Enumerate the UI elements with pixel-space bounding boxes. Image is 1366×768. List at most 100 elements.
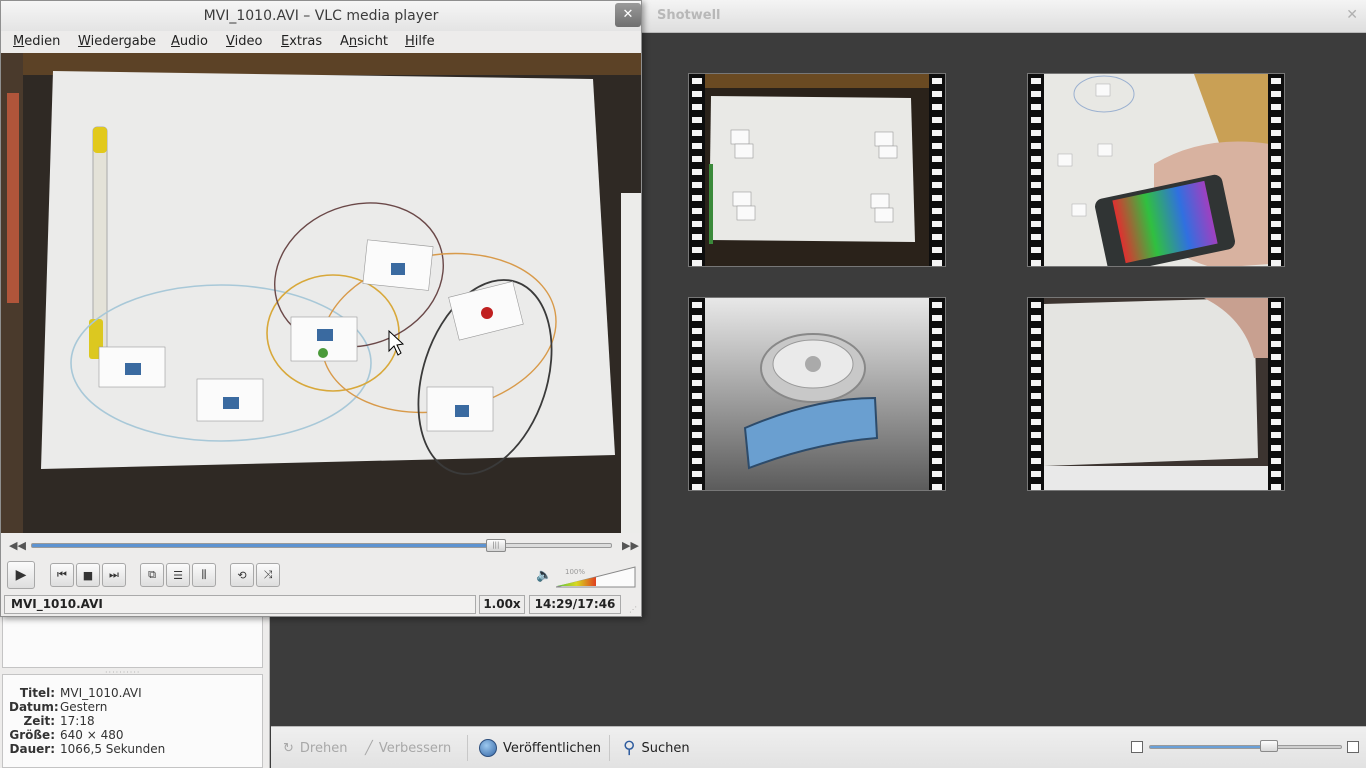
vlc-close-icon[interactable]: ✕ xyxy=(615,3,641,27)
vlc-titlebar[interactable]: MVI_1010.AVI – VLC media player ✕ xyxy=(1,1,641,31)
filmstrip-right xyxy=(929,298,945,490)
video-thumbnail[interactable] xyxy=(688,73,946,267)
rotate-icon: ↻ xyxy=(283,740,294,756)
seek-row: ◀◀ ||| ▶▶ xyxy=(1,534,641,556)
shotwell-titlebar[interactable]: Shotwell ✕ xyxy=(642,0,1366,33)
extended-settings-button[interactable]: ⫼ xyxy=(192,563,216,587)
enhance-button[interactable]: ╱ Verbessern xyxy=(365,738,451,758)
shuffle-icon: ⤨ xyxy=(263,568,273,581)
metadata-value: Gestern xyxy=(60,700,108,714)
status-playback-speed[interactable]: 1.00x xyxy=(479,595,525,614)
metadata-row-duration: Dauer: 1066,5 Sekunden xyxy=(9,742,262,756)
loop-button[interactable]: ⟲ xyxy=(230,563,254,587)
search-button[interactable]: ⚲ Suchen xyxy=(623,738,690,758)
menu-label: Hilfe xyxy=(405,34,435,49)
metadata-row-title: Titel: MVI_1010.AVI xyxy=(9,686,262,700)
play-icon: ▶ xyxy=(15,567,27,583)
globe-icon xyxy=(479,739,497,757)
fast-forward-icon[interactable]: ▶▶ xyxy=(622,539,639,552)
metadata-key: Zeit: xyxy=(23,714,56,728)
play-button[interactable]: ▶ xyxy=(7,561,35,589)
thumbnail-image xyxy=(1044,298,1268,490)
resize-grip-icon[interactable]: ⋰ xyxy=(629,605,637,614)
equalizer-icon: ⫼ xyxy=(201,568,207,581)
next-button[interactable]: ⏭ xyxy=(102,563,126,587)
pane-resize-grip[interactable]: ·········· xyxy=(105,668,155,677)
menu-wiedergabe[interactable]: Wiedergabe xyxy=(78,34,156,49)
metadata-value: MVI_1010.AVI xyxy=(60,686,142,700)
enhance-label: Verbessern xyxy=(378,740,452,756)
seek-slider-handle[interactable]: ||| xyxy=(485,539,506,552)
metadata-value: 640 × 480 xyxy=(60,728,124,742)
filmstrip-left xyxy=(689,74,705,266)
sidebar-list-panel[interactable] xyxy=(2,612,263,668)
fullscreen-button[interactable]: ⧉ xyxy=(140,563,164,587)
shotwell-toolbar: ↻ Drehen ╱ Verbessern Veröffentlichen ⚲ … xyxy=(271,726,1366,768)
previous-icon: ⏮ xyxy=(57,568,67,581)
stop-icon: ■ xyxy=(82,568,94,582)
menu-label: Medien xyxy=(13,34,61,49)
enhance-icon: ╱ xyxy=(365,740,373,756)
previous-button[interactable]: ⏮ xyxy=(50,563,74,587)
menu-hilfe[interactable]: Hilfe xyxy=(405,34,435,49)
metadata-value: 1066,5 Sekunden xyxy=(60,742,166,756)
rotate-label: Drehen xyxy=(299,740,348,756)
vlc-title: MVI_1010.AVI – VLC media player xyxy=(203,8,439,24)
menu-label: Video xyxy=(226,34,263,49)
metadata-key: Titel: xyxy=(19,686,55,700)
next-icon: ⏭ xyxy=(109,568,119,581)
zoom-slider[interactable] xyxy=(1149,745,1342,749)
metadata-row-time: Zeit: 17:18 xyxy=(9,714,262,728)
seek-slider[interactable] xyxy=(31,543,612,548)
metadata-panel: Titel: MVI_1010.AVI Datum: Gestern Zeit:… xyxy=(2,674,263,768)
playback-controls: ▶ ⏮ ■ ⏭ ⧉ ☰ ⫼ ⟲ ⤨ 🔈 100% xyxy=(1,559,641,591)
menu-video[interactable]: Video xyxy=(226,34,262,49)
speaker-icon[interactable]: 🔈 xyxy=(536,568,552,583)
zoom-out-icon[interactable] xyxy=(1131,741,1143,753)
thumbnail-image xyxy=(705,298,929,490)
filmstrip-left xyxy=(689,298,705,490)
toolbar-separator xyxy=(467,735,468,761)
filmstrip-right xyxy=(1268,74,1284,266)
publish-button[interactable]: Veröffentlichen xyxy=(479,738,601,758)
menu-medien[interactable]: Medien xyxy=(13,34,60,49)
fullscreen-icon: ⧉ xyxy=(148,568,156,581)
playlist-button[interactable]: ☰ xyxy=(166,563,190,587)
shotwell-title: Shotwell xyxy=(657,8,721,23)
menu-extras[interactable]: Extras xyxy=(281,34,322,49)
thumbnail-image xyxy=(705,74,929,266)
metadata-row-size: Größe: 640 × 480 xyxy=(9,728,262,742)
video-thumbnail[interactable] xyxy=(1027,73,1285,267)
filmstrip-left xyxy=(1028,74,1044,266)
metadata-value: 17:18 xyxy=(60,714,95,728)
video-thumbnail[interactable] xyxy=(688,297,946,491)
rewind-icon[interactable]: ◀◀ xyxy=(9,539,26,552)
zoom-in-icon[interactable] xyxy=(1347,741,1359,753)
video-thumbnail[interactable] xyxy=(1027,297,1285,491)
shuffle-button[interactable]: ⤨ xyxy=(256,563,280,587)
volume-label: 100% xyxy=(565,568,586,576)
stop-button[interactable]: ■ xyxy=(76,563,100,587)
rotate-button[interactable]: ↻ Drehen xyxy=(283,738,347,758)
metadata-row-date: Datum: Gestern xyxy=(9,700,262,714)
menu-label: Audio xyxy=(171,34,208,49)
status-elapsed-time[interactable]: 14:29/17:46 xyxy=(529,595,621,614)
playlist-icon: ☰ xyxy=(173,568,183,582)
filmstrip-left xyxy=(1028,298,1044,490)
status-filename: MVI_1010.AVI xyxy=(4,595,476,614)
menu-audio[interactable]: Audio xyxy=(171,34,208,49)
vlc-menubar: Medien Wiedergabe Audio Video Extras Ans… xyxy=(1,31,641,53)
thumbnail-image xyxy=(1044,74,1268,266)
filmstrip-right xyxy=(929,74,945,266)
filmstrip-right xyxy=(1268,298,1284,490)
metadata-key: Dauer: xyxy=(9,742,55,756)
shotwell-close-icon[interactable]: ✕ xyxy=(1346,7,1358,23)
zoom-slider-handle[interactable] xyxy=(1259,740,1278,752)
menu-label: Extras xyxy=(281,34,323,49)
metadata-key: Datum: xyxy=(9,700,59,714)
video-output[interactable] xyxy=(1,53,641,533)
vlc-statusbar: MVI_1010.AVI 1.00x 14:29/17:46 ⋰ xyxy=(1,594,641,616)
search-label: Suchen xyxy=(641,740,690,756)
menu-ansicht[interactable]: Ansicht xyxy=(340,34,388,49)
metadata-key: Größe: xyxy=(9,728,55,742)
